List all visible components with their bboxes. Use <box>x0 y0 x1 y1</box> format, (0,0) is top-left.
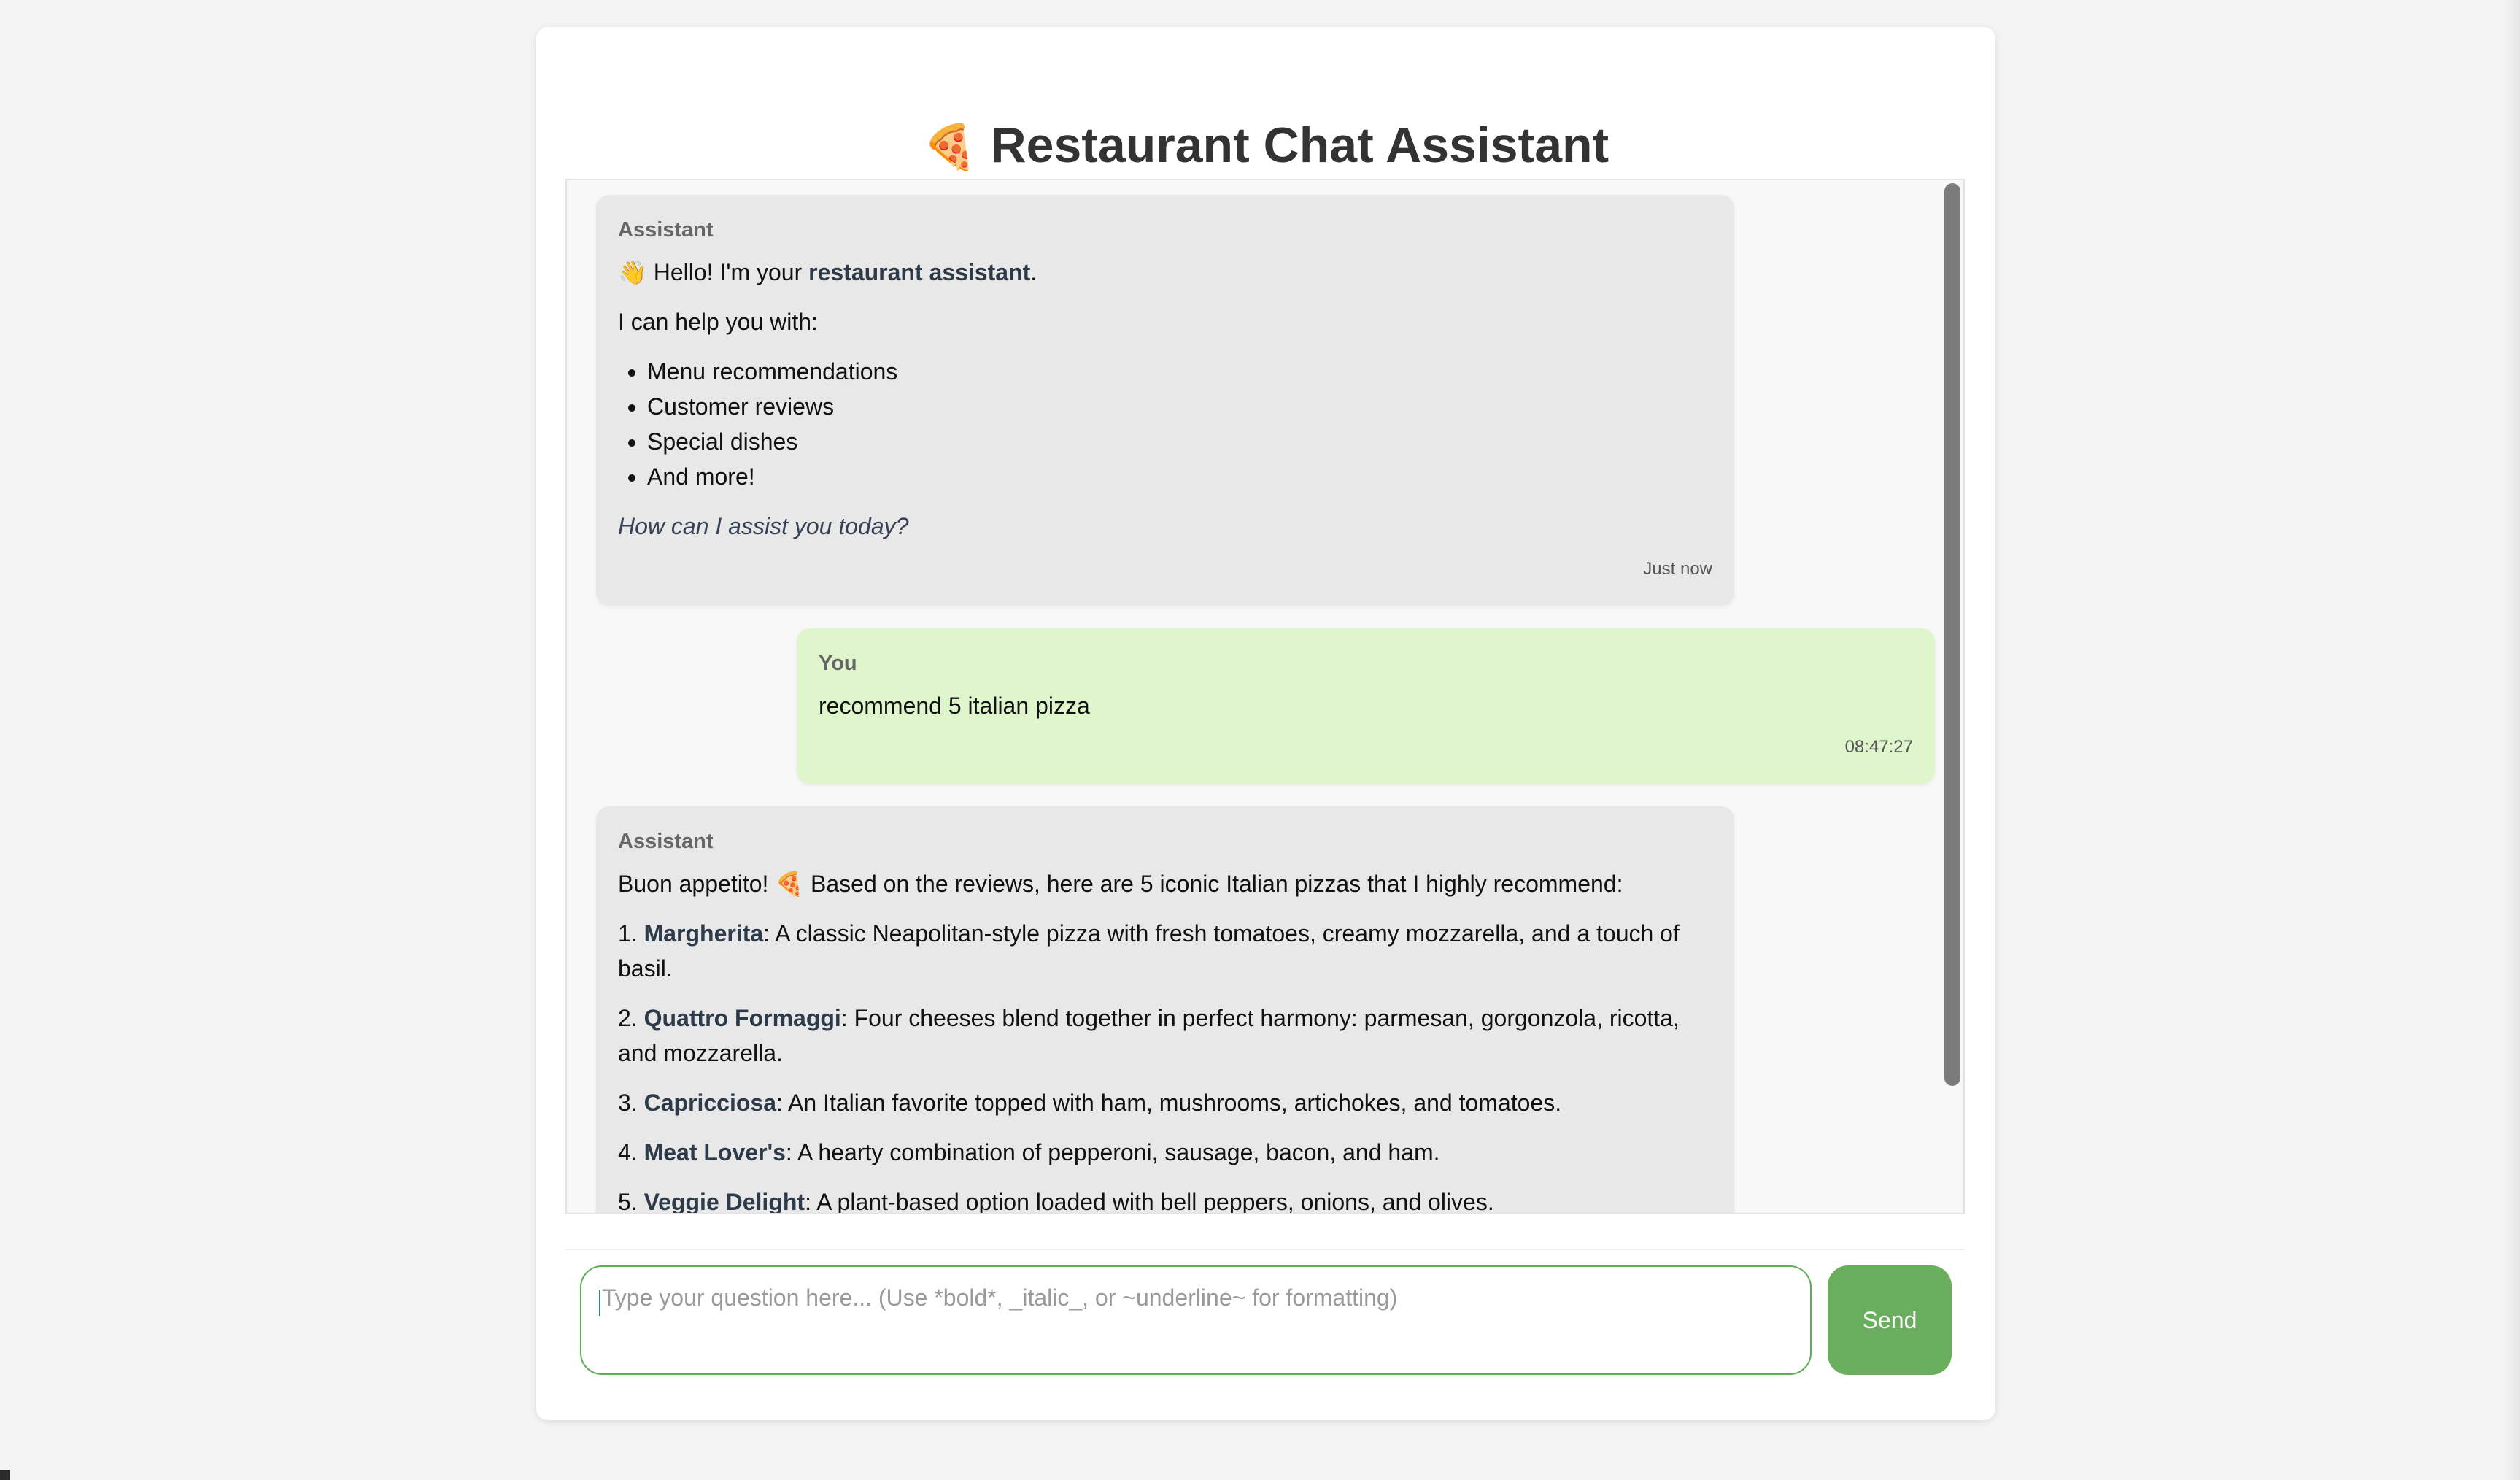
pizza-icon: 🍕 <box>775 871 805 897</box>
pizza-name: Margherita <box>643 920 764 947</box>
assistant-message: Assistant Buon appetito! 🍕 Based on the … <box>596 806 1734 1214</box>
message-sender: Assistant <box>618 218 714 242</box>
list-item: Customer reviews <box>647 389 1712 424</box>
pizza-name: Veggie Delight <box>643 1189 805 1214</box>
message-closing: How can I assist you today? <box>618 513 909 539</box>
user-message: You recommend 5 italian pizza 08:47:27 <box>797 628 1935 784</box>
intro-text: Buon appetito! <box>618 871 769 897</box>
item-number: 5. <box>618 1189 638 1214</box>
item-number: 2. <box>618 1005 638 1031</box>
list-item: And more! <box>647 459 1712 494</box>
pizza-description: : A hearty combination of pepperoni, sau… <box>785 1139 1440 1165</box>
pizza-name: Meat Lover's <box>643 1139 786 1165</box>
wave-icon: 👋 <box>618 259 647 285</box>
item-number: 4. <box>618 1139 638 1165</box>
message-intro: Buon appetito! 🍕 Based on the reviews, h… <box>618 866 1712 901</box>
chat-scrollbar[interactable] <box>1944 183 1960 1086</box>
page-title-text: Restaurant Chat Assistant <box>990 117 1609 173</box>
pizza-recommendation: 5. Veggie Delight: A plant-based option … <box>618 1184 1712 1214</box>
pizza-recommendation: 1. Margherita: A classic Neapolitan-styl… <box>618 916 1712 986</box>
pizza-icon: 🍕 <box>922 123 978 171</box>
pizza-name: Capricciosa <box>643 1090 776 1116</box>
window-corner <box>0 1470 10 1480</box>
input-placeholder: Type your question here... (Use *bold*, … <box>602 1284 1398 1311</box>
greeting-bold-text: restaurant assistant <box>808 259 1031 285</box>
message-intro: I can help you with: <box>618 309 818 335</box>
pizza-recommendation: 4. Meat Lover's: A hearty combination of… <box>618 1135 1712 1170</box>
greeting-text: Hello! I'm your <box>653 259 803 285</box>
pizza-description: : An Italian favorite topped with ham, m… <box>776 1090 1562 1116</box>
intro-text: Based on the reviews, here are 5 iconic … <box>811 871 1623 897</box>
message-timestamp: Just now <box>1643 559 1712 579</box>
message-greeting: 👋 Hello! I'm your restaurant assistant. <box>618 255 1712 290</box>
window-edge-shadow <box>2502 0 2520 1480</box>
page-title: 🍕 Restaurant Chat Assistant <box>536 115 1995 178</box>
chat-card: 🍕 Restaurant Chat Assistant Assistant 👋 H… <box>536 27 1995 1420</box>
question-input[interactable]: Type your question here... (Use *bold*, … <box>580 1265 1812 1375</box>
pizza-recommendation: 2. Quattro Formaggi: Four cheeses blend … <box>618 1001 1712 1071</box>
message-sender: Assistant <box>618 830 714 853</box>
composer-divider <box>565 1249 1965 1250</box>
chat-messages-panel[interactable]: Assistant 👋 Hello! I'm your restaurant a… <box>565 179 1965 1214</box>
pizza-description: : A classic Neapolitan-style pizza with … <box>618 920 1680 982</box>
message-timestamp: 08:47:27 <box>1844 737 1913 757</box>
list-item: Special dishes <box>647 424 1712 459</box>
greeting-punctuation: . <box>1030 259 1037 285</box>
pizza-description: : A plant-based option loaded with bell … <box>805 1189 1494 1214</box>
pizza-recommendation: 3. Capricciosa: An Italian favorite topp… <box>618 1085 1712 1120</box>
item-number: 3. <box>618 1090 638 1116</box>
message-text: recommend 5 italian pizza <box>819 693 1090 719</box>
text-caret <box>599 1289 600 1316</box>
assistant-message: Assistant 👋 Hello! I'm your restaurant a… <box>596 195 1734 606</box>
send-button[interactable]: Send <box>1828 1265 1952 1375</box>
help-list: Menu recommendations Customer reviews Sp… <box>618 354 1712 494</box>
pizza-name: Quattro Formaggi <box>643 1005 841 1031</box>
message-sender: You <box>819 652 857 675</box>
list-item: Menu recommendations <box>647 354 1712 389</box>
item-number: 1. <box>618 920 638 947</box>
